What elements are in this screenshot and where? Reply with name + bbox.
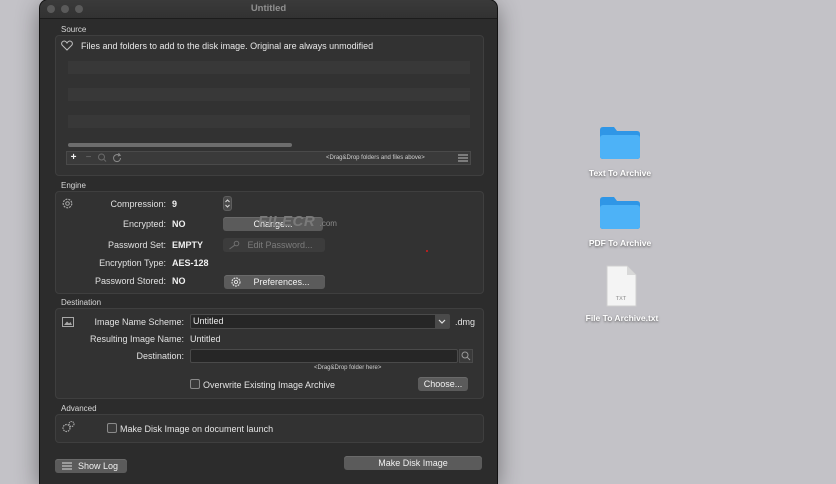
- dmg-extension: .dmg: [455, 317, 476, 327]
- filecr-watermark: FILECR .com: [258, 213, 337, 231]
- horizontal-scrollbar[interactable]: [68, 143, 292, 147]
- encryption-type-label: Encryption Type:: [99, 258, 166, 268]
- destination-section-label: Destination: [61, 298, 102, 307]
- resulting-image-name-value: Untitled: [190, 334, 221, 344]
- gears-icon: [62, 420, 75, 433]
- password-stored-value: NO: [172, 276, 186, 286]
- file-list-row: [68, 61, 470, 74]
- edit-password-label: Edit Password...: [247, 240, 313, 250]
- compression-value: 9: [172, 199, 178, 209]
- refresh-icon[interactable]: [111, 152, 124, 164]
- encrypted-label: Encrypted:: [122, 219, 166, 229]
- source-section-label: Source: [61, 25, 87, 34]
- password-set-label: Password Set:: [107, 240, 166, 250]
- watermark-suffix: .com: [319, 219, 337, 228]
- encryption-type-value: AES-128: [172, 258, 209, 268]
- encrypted-value: NO: [172, 219, 186, 229]
- gear-icon: [231, 277, 241, 287]
- preferences-button[interactable]: Preferences...: [224, 275, 325, 289]
- window-title: Untitled: [250, 3, 287, 14]
- heart-icon: [61, 40, 73, 51]
- title-bar[interactable]: Untitled: [40, 0, 497, 19]
- compression-label: Compression:: [110, 199, 166, 209]
- destination-label: Destination:: [136, 351, 184, 361]
- remove-source-button[interactable]: −: [82, 152, 95, 164]
- list-icon: [62, 462, 72, 470]
- gear-icon: [62, 198, 73, 209]
- red-dot: [426, 250, 428, 252]
- key-icon: [229, 240, 240, 250]
- make-disk-image-button[interactable]: Make Disk Image: [344, 456, 482, 470]
- make-on-launch-checkbox[interactable]: [107, 423, 117, 433]
- chevron-down-icon: [438, 319, 446, 324]
- source-description: Files and folders to add to the disk ima…: [81, 41, 374, 51]
- image-name-scheme-select[interactable]: Untitled: [190, 314, 450, 329]
- chevron-up-down-icon: [225, 199, 230, 208]
- desktop-item-label: Text To Archive: [588, 168, 652, 178]
- desktop-item-label: PDF To Archive: [588, 238, 652, 248]
- overwrite-checkbox[interactable]: [190, 379, 200, 389]
- show-log-button[interactable]: Show Log: [55, 459, 127, 473]
- resulting-image-name-label: Resulting Image Name:: [89, 334, 184, 344]
- engine-section-label: Engine: [61, 181, 86, 190]
- source-drop-hint: <Drag&Drop folders and files above>: [326, 155, 425, 161]
- password-set-value: EMPTY: [172, 240, 204, 250]
- password-stored-label: Password Stored:: [94, 276, 166, 286]
- file-type-badge: TXT: [615, 296, 627, 302]
- preferences-label: Preferences...: [253, 277, 310, 287]
- choose-destination-button[interactable]: Choose...: [418, 377, 468, 391]
- file-list-row: [68, 88, 470, 101]
- folder-icon: [600, 197, 640, 229]
- show-log-label: Show Log: [77, 461, 119, 471]
- search-icon[interactable]: [459, 349, 473, 363]
- folder-icon: [600, 127, 640, 159]
- list-view-icon[interactable]: [456, 152, 470, 164]
- advanced-section-label: Advanced: [61, 404, 97, 413]
- watermark-logo: FILECR: [258, 213, 316, 230]
- destination-drop-hint: <Drag&Drop folder here>: [314, 365, 382, 371]
- search-icon[interactable]: [96, 152, 109, 164]
- file-list-row: [68, 115, 470, 128]
- select-arrow[interactable]: [435, 315, 449, 328]
- add-source-button[interactable]: +: [67, 152, 80, 164]
- image-name-scheme-value: Untitled: [193, 316, 224, 326]
- compression-stepper[interactable]: [223, 196, 232, 211]
- make-on-launch-label: Make Disk Image on document launch: [120, 424, 274, 434]
- overwrite-label: Overwrite Existing Image Archive: [203, 380, 336, 390]
- image-name-scheme-label: Image Name Scheme:: [94, 317, 184, 327]
- destination-field[interactable]: [190, 349, 458, 363]
- edit-password-button[interactable]: Edit Password...: [223, 238, 325, 252]
- desktop-item-label: File To Archive.txt: [585, 313, 659, 323]
